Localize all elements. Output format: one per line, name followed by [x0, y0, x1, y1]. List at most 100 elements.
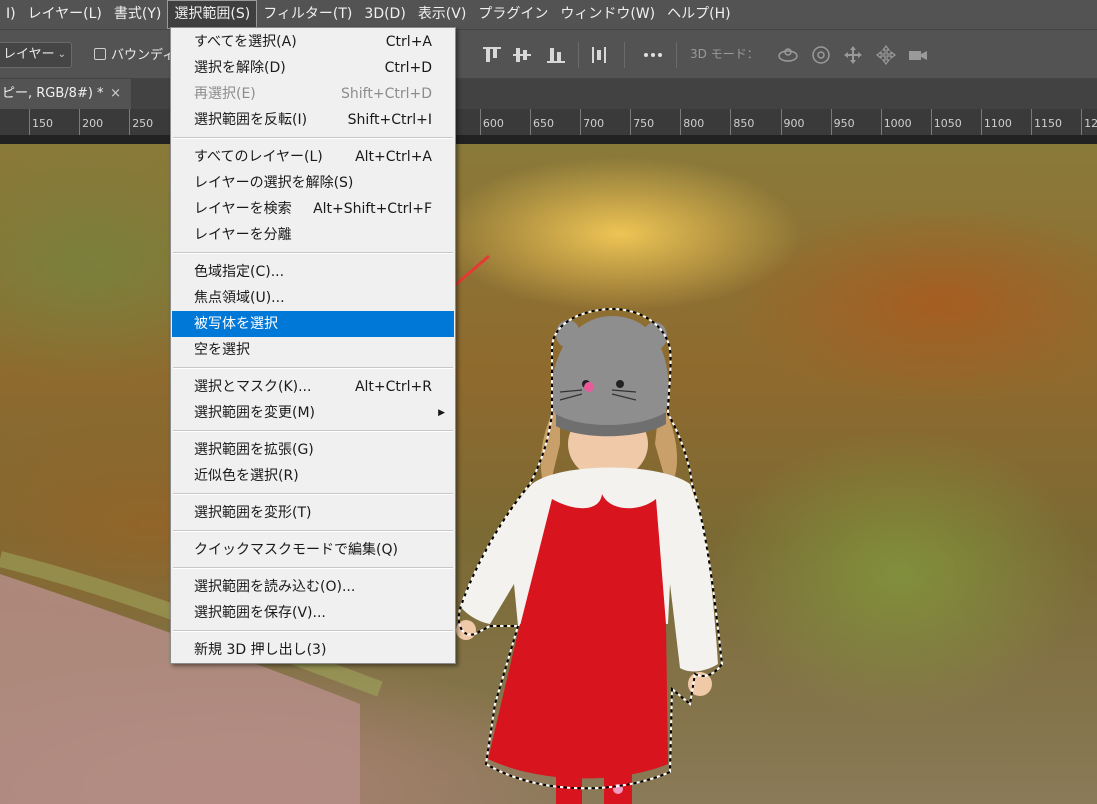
menubar-item[interactable]: フィルター(T)	[257, 0, 358, 29]
menu-item[interactable]: レイヤーを検索 Alt+Shift+Ctrl+F	[172, 196, 454, 222]
menu-item[interactable]: 焦点領域(U)...	[172, 285, 454, 311]
menu-item-label: クイックマスクモードで編集(Q)	[194, 542, 398, 558]
ruler-tick-label: 950	[830, 109, 855, 135]
menu-item[interactable]: 色域指定(C)...	[172, 259, 454, 285]
menu-item[interactable]: クイックマスクモードで編集(Q)	[172, 537, 454, 563]
menu-item-shortcut: Alt+Ctrl+A	[355, 149, 432, 165]
menu-item-label: 選択範囲を変更(M)	[194, 405, 316, 421]
ruler-tick-label: 250	[129, 109, 153, 135]
menu-divider	[173, 137, 453, 139]
menu-item-label: 被写体を選択	[194, 316, 278, 332]
document-canvas[interactable]	[0, 144, 1097, 804]
menu-item-label: 選択を解除(D)	[194, 60, 286, 76]
menu-item-shortcut: Shift+Ctrl+D	[341, 86, 432, 102]
menubar-item[interactable]: レイヤー(L)	[22, 0, 108, 29]
menubar-item[interactable]: ウィンドウ(W)	[554, 0, 661, 29]
menu-item-label: 新規 3D 押し出し(3)	[194, 642, 327, 658]
menu-bar: I) レイヤー(L) 書式(Y) 選択範囲(S) フィルター(T) 3D(D) 表示(V) プ…	[0, 0, 1097, 29]
menu-item[interactable]: 選択範囲を拡張(G)	[172, 437, 454, 463]
ruler-tick-label: 1150	[1031, 109, 1062, 135]
align-top-icon[interactable]	[480, 43, 504, 67]
chevron-down-icon: ⌄	[57, 49, 66, 60]
menubar-item[interactable]: ヘルプ(H)	[661, 0, 736, 29]
bounding-box-label: バウンディ	[111, 48, 176, 63]
menu-item[interactable]: 選択範囲を反転(I) Shift+Ctrl+I	[172, 107, 454, 133]
3d-mode-label: 3D モード：	[690, 47, 759, 61]
menu-item[interactable]: 近似色を選択(R)	[172, 463, 454, 489]
menu-divider	[173, 630, 453, 632]
subject-girl	[456, 316, 718, 804]
menu-item-label: 再選択(E)	[194, 86, 256, 102]
menu-item[interactable]: すべてのレイヤー(L) Alt+Ctrl+A	[172, 144, 454, 170]
menu-item-shortcut: Shift+Ctrl+I	[347, 112, 432, 128]
menu-item-label: 近似色を選択(R)	[194, 468, 299, 484]
menubar-item[interactable]: 書式(Y)	[108, 0, 167, 29]
menu-item[interactable]: 新規 3D 押し出し(3)	[172, 637, 454, 663]
auto-select-target-dropdown[interactable]: レイヤー ⌄	[0, 42, 72, 68]
menu-item-shortcut: Ctrl+A	[385, 34, 432, 50]
close-icon[interactable]: ×	[110, 79, 121, 109]
menu-item[interactable]: 選択を解除(D) Ctrl+D	[172, 55, 454, 81]
3d-slide-icon[interactable]	[874, 43, 898, 67]
bounding-box-checkbox[interactable]	[94, 47, 106, 60]
ruler-tick-label: 700	[580, 109, 604, 135]
menu-item[interactable]: 選択範囲を変形(T)	[172, 500, 454, 526]
document-tab-title: ピー, RGB/8#) *	[2, 86, 104, 101]
menu-item-label: 選択とマスク(K)...	[194, 379, 312, 395]
ruler-tick-label: 600	[479, 109, 504, 135]
document-tab[interactable]: ピー, RGB/8#) * ×	[0, 79, 131, 109]
menu-item[interactable]: 空を選択	[172, 337, 454, 363]
menu-item[interactable]: 選択範囲を読み込む(O)...	[172, 574, 454, 600]
options-separator	[578, 42, 579, 68]
menubar-item[interactable]: I)	[0, 0, 22, 29]
menu-item-shortcut: Alt+Shift+Ctrl+F	[313, 201, 432, 217]
menu-item[interactable]: 被写体を選択	[172, 311, 454, 337]
options-bar: レイヤー ⌄ バウンディ 3D モード：	[0, 29, 1097, 79]
menu-item-label: すべてを選択(A)	[194, 34, 297, 50]
options-separator	[676, 42, 677, 68]
menu-divider	[173, 252, 453, 254]
menu-item-label: レイヤーの選択を解除(S)	[194, 175, 354, 191]
menu-item-label: レイヤーを検索	[194, 201, 292, 217]
ruler-tick-label: 850	[730, 109, 754, 135]
menu-item-label: すべてのレイヤー(L)	[194, 149, 323, 165]
menu-item-label: 色域指定(C)...	[194, 264, 285, 280]
menu-item[interactable]: 再選択(E) Shift+Ctrl+D	[172, 81, 454, 107]
submenu-arrow-icon: ▶	[438, 408, 445, 418]
distribute-icon[interactable]	[587, 43, 611, 67]
ruler-tick-label: 750	[630, 109, 654, 135]
menu-item-label: 選択範囲を読み込む(O)...	[194, 579, 356, 595]
menu-item[interactable]: 選択範囲を保存(V)...	[172, 600, 454, 626]
horizontal-ruler: 1502002503003504004505005506006507007508…	[0, 109, 1097, 135]
options-separator	[624, 42, 625, 68]
menubar-item[interactable]: プラグイン	[472, 0, 554, 29]
ruler-tick-label: 120	[1081, 109, 1097, 135]
3d-roll-icon[interactable]	[809, 43, 833, 67]
menubar-item[interactable]: 表示(V)	[412, 0, 473, 29]
menu-item-label: 焦点領域(U)...	[194, 290, 285, 306]
menubar-item[interactable]: 選択範囲(S)	[167, 0, 258, 29]
more-options-icon[interactable]	[641, 43, 665, 67]
menu-item[interactable]: レイヤーの選択を解除(S)	[172, 170, 454, 196]
menu-item[interactable]: 選択とマスク(K)... Alt+Ctrl+R	[172, 374, 454, 400]
menu-item[interactable]: 選択範囲を変更(M) ▶	[172, 400, 454, 426]
menu-divider	[173, 530, 453, 532]
ruler-tick-label: 1000	[880, 109, 912, 135]
align-vertical-center-icon[interactable]	[510, 43, 534, 67]
menu-item-shortcut: Alt+Ctrl+R	[354, 379, 432, 395]
menu-item-label: 選択範囲を保存(V)...	[194, 605, 326, 621]
menu-item-label: レイヤーを分離	[194, 227, 292, 243]
align-bottom-icon[interactable]	[544, 43, 568, 67]
ruler-tick-label: 200	[79, 109, 103, 135]
menu-divider	[173, 430, 453, 432]
3d-pan-icon[interactable]	[841, 43, 865, 67]
menubar-item[interactable]: 3D(D)	[358, 0, 411, 29]
menu-item[interactable]: レイヤーを分離	[172, 222, 454, 248]
auto-select-target-value: レイヤー	[3, 47, 55, 62]
show-bounding-box-option[interactable]: バウンディ	[94, 44, 175, 63]
3d-camera-icon[interactable]	[906, 43, 930, 67]
3d-orbit-icon[interactable]	[776, 43, 800, 67]
ruler-tick-label: 900	[780, 109, 805, 135]
menu-item-label: 選択範囲を変形(T)	[194, 505, 312, 521]
menu-item[interactable]: すべてを選択(A) Ctrl+A	[172, 29, 454, 55]
